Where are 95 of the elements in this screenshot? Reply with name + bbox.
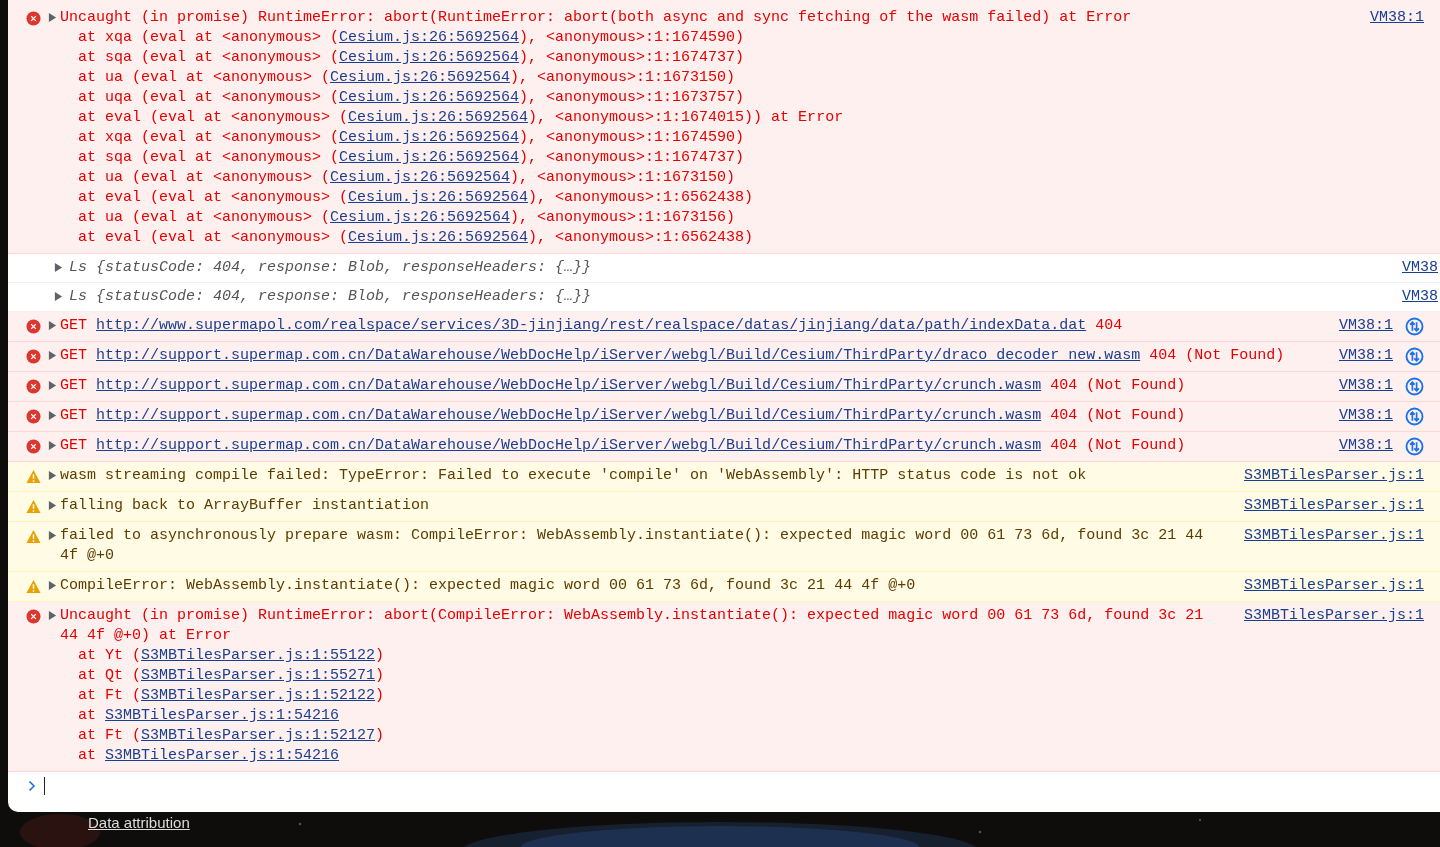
error-icon <box>26 11 41 26</box>
stack-trace-line: at sqa (eval at <anonymous> (Cesium.js:26:5692564), <anonymous>:1:1674737) <box>77 48 746 68</box>
source-location-link[interactable]: VM38:1 <box>1339 436 1393 456</box>
source-location-link[interactable]: VM38:1 <box>1339 376 1393 396</box>
warning-icon <box>26 529 41 544</box>
expand-arrow-icon[interactable] <box>48 350 57 361</box>
expand-arrow-icon[interactable] <box>48 320 57 331</box>
request-url-link[interactable]: http://support.supermap.com.cn/DataWarehouse/WebDocHelp/iServer/webgl/Build/Cesium/ThirdParty/crunch.wasm <box>96 377 1042 394</box>
error-icon <box>26 609 41 624</box>
network-request-icon[interactable] <box>1405 437 1424 456</box>
source-location-link[interactable]: S3MBTilesParser.js:1 <box>1243 526 1424 546</box>
source-link[interactable]: Cesium.js:26:5692564 <box>339 129 520 146</box>
expand-arrow-icon[interactable] <box>48 610 57 621</box>
console-message: wasm streaming compile failed: TypeError: Failed to execute 'compile' on 'WebAssembly': HTTP status code is not ok <box>60 466 1088 486</box>
source-link[interactable]: S3MBTilesParser.js:1:54216 <box>105 747 340 764</box>
network-request-icon[interactable] <box>1405 407 1424 426</box>
warning-icon <box>26 579 41 594</box>
stack-trace-line: at Qt (S3MBTilesParser.js:1:55271) <box>77 666 386 686</box>
source-location-link[interactable]: VM38:1 <box>1370 8 1424 28</box>
source-location-link[interactable]: VM38 <box>1402 257 1438 278</box>
expand-arrow-icon[interactable] <box>54 290 63 302</box>
source-location-link[interactable]: S3MBTilesParser.js:1 <box>1243 466 1424 486</box>
expand-arrow-icon[interactable] <box>48 580 57 591</box>
source-location-link[interactable]: VM38:1 <box>1339 406 1393 426</box>
source-location-link[interactable]: S3MBTilesParser.js:1 <box>1243 606 1424 626</box>
expand-arrow-icon[interactable] <box>48 500 57 511</box>
source-location-link[interactable]: S3MBTilesParser.js:1 <box>1243 496 1424 516</box>
expand-arrow-icon[interactable] <box>48 470 57 481</box>
console-message: Uncaught (in promise) RuntimeError: abort(RuntimeError: abort(both async and sync fetching of the wasm failed) at Error <box>60 8 1133 28</box>
network-error-message: GET http://support.supermap.com.cn/DataWarehouse/WebDocHelp/iServer/webgl/Build/Cesium/ThirdParty/crunch.wasm 404 (Not Found) <box>60 376 1187 396</box>
source-link[interactable]: S3MBTilesParser.js:1:55271 <box>141 667 376 684</box>
source-location-link[interactable]: VM38:1 <box>1339 316 1393 336</box>
error-icon <box>26 349 41 364</box>
network-error-message: GET http://support.supermap.com.cn/DataWarehouse/WebDocHelp/iServer/webgl/Build/Cesium/ThirdParty/crunch.wasm 404 (Not Found) <box>60 436 1187 456</box>
data-attribution-link[interactable]: Data attribution <box>88 814 190 831</box>
source-link[interactable]: Cesium.js:26:5692564 <box>339 149 520 166</box>
stack-trace-line: at S3MBTilesParser.js:1:54216 <box>77 746 341 766</box>
console-message: falling back to ArrayBuffer instantiation <box>60 496 431 516</box>
console-message: Ls {statusCode: 404, response: Blob, responseHeaders: {…}} <box>69 286 593 307</box>
request-url-link[interactable]: http://support.supermap.com.cn/DataWarehouse/WebDocHelp/iServer/webgl/Build/Cesium/ThirdParty/crunch.wasm <box>96 437 1042 454</box>
source-link[interactable]: Cesium.js:26:5692564 <box>339 49 520 66</box>
console-message: CompileError: WebAssembly.instantiate(): expected magic word 00 61 73 6d, found 3c 21 44 4f @+0 <box>60 576 917 596</box>
stack-trace-line: at eval (eval at <anonymous> (Cesium.js:26:5692564), <anonymous>:1:6562438) <box>77 228 755 248</box>
source-link[interactable]: Cesium.js:26:5692564 <box>339 89 520 106</box>
source-link[interactable]: Cesium.js:26:5692564 <box>348 189 529 206</box>
expand-arrow-icon[interactable] <box>48 440 57 451</box>
error-icon <box>26 379 41 394</box>
source-link[interactable]: S3MBTilesParser.js:1:54216 <box>105 707 340 724</box>
network-error-message: GET http://support.supermap.com.cn/DataWarehouse/WebDocHelp/iServer/webgl/Build/Cesium/ThirdParty/draco_decoder_new.wasm 404 (Not Found) <box>60 346 1286 366</box>
error-icon <box>26 409 41 424</box>
console-message: Ls {statusCode: 404, response: Blob, responseHeaders: {…}} <box>69 257 593 278</box>
network-error-message: GET http://www.supermapol.com/realspace/services/3D-jinjiang/rest/realspace/datas/jinjiang/data/path/indexData.dat 404 <box>60 316 1124 336</box>
stack-trace-line: at ua (eval at <anonymous> (Cesium.js:26:5692564), <anonymous>:1:1673156) <box>77 208 737 228</box>
expand-arrow-icon[interactable] <box>54 261 63 273</box>
source-link[interactable]: Cesium.js:26:5692564 <box>348 229 529 246</box>
stack-trace-line: at sqa (eval at <anonymous> (Cesium.js:26:5692564), <anonymous>:1:1674737) <box>77 148 746 168</box>
network-request-icon[interactable] <box>1405 347 1424 366</box>
source-location-link[interactable]: VM38:1 <box>1339 346 1393 366</box>
source-link[interactable]: S3MBTilesParser.js:1:52127 <box>141 727 376 744</box>
source-link[interactable]: Cesium.js:26:5692564 <box>330 69 511 86</box>
stack-trace-line: at S3MBTilesParser.js:1:54216 <box>77 706 341 726</box>
stack-trace-line: at uqa (eval at <anonymous> (Cesium.js:26:5692564), <anonymous>:1:1673757) <box>77 88 746 108</box>
expand-arrow-icon[interactable] <box>48 380 57 391</box>
source-location-link[interactable]: VM38 <box>1402 286 1438 307</box>
warning-icon <box>26 469 41 484</box>
source-location-link[interactable]: S3MBTilesParser.js:1 <box>1243 576 1424 596</box>
expand-arrow-icon[interactable] <box>48 12 57 23</box>
stack-trace-line: at Ft (S3MBTilesParser.js:1:52122) <box>77 686 386 706</box>
request-url-link[interactable]: http://support.supermap.com.cn/DataWarehouse/WebDocHelp/iServer/webgl/Build/Cesium/ThirdParty/draco_decoder_new.wasm <box>96 347 1141 364</box>
stack-trace-line: at eval (eval at <anonymous> (Cesium.js:26:5692564), <anonymous>:1:6562438) <box>77 188 755 208</box>
source-link[interactable]: Cesium.js:26:5692564 <box>339 29 520 46</box>
network-request-icon[interactable] <box>1405 317 1424 336</box>
source-link[interactable]: S3MBTilesParser.js:1:52122 <box>141 687 376 704</box>
stack-trace-line: at ua (eval at <anonymous> (Cesium.js:26:5692564), <anonymous>:1:1673150) <box>77 168 737 188</box>
stack-trace-line: at xqa (eval at <anonymous> (Cesium.js:26:5692564), <anonymous>:1:1674590) <box>77 28 746 48</box>
prompt-chevron-icon <box>28 779 36 792</box>
expand-arrow-icon[interactable] <box>48 530 57 541</box>
stack-trace-line: at Yt (S3MBTilesParser.js:1:55122) <box>77 646 386 666</box>
request-url-link[interactable]: http://www.supermapol.com/realspace/services/3D-jinjiang/rest/realspace/datas/jinjiang/data/path/indexData.dat <box>96 317 1087 334</box>
stack-trace-line: at ua (eval at <anonymous> (Cesium.js:26:5692564), <anonymous>:1:1673150) <box>77 68 737 88</box>
source-link[interactable]: S3MBTilesParser.js:1:55122 <box>141 647 376 664</box>
stack-trace-line: at Ft (S3MBTilesParser.js:1:52127) <box>77 726 386 746</box>
source-link[interactable]: Cesium.js:26:5692564 <box>330 169 511 186</box>
network-error-message: GET http://support.supermap.com.cn/DataWarehouse/WebDocHelp/iServer/webgl/Build/Cesium/ThirdParty/crunch.wasm 404 (Not Found) <box>60 406 1187 426</box>
source-link[interactable]: Cesium.js:26:5692564 <box>330 209 511 226</box>
warning-icon <box>26 499 41 514</box>
source-link[interactable]: Cesium.js:26:5692564 <box>348 109 529 126</box>
stack-trace-line: at eval (eval at <anonymous> (Cesium.js:26:5692564), <anonymous>:1:1674015)) at Error <box>77 108 845 128</box>
expand-arrow-icon[interactable] <box>48 410 57 421</box>
console-message: failed to asynchronously prepare wasm: CompileError: WebAssembly.instantiate(): expected magic word 00 61 73 6d, found 3c 21 44 4f @+0 <box>60 526 1205 566</box>
error-icon <box>26 319 41 334</box>
error-icon <box>26 439 41 454</box>
request-url-link[interactable]: http://support.supermap.com.cn/DataWarehouse/WebDocHelp/iServer/webgl/Build/Cesium/ThirdParty/crunch.wasm <box>96 407 1042 424</box>
stack-trace-line: at xqa (eval at <anonymous> (Cesium.js:26:5692564), <anonymous>:1:1674590) <box>77 128 746 148</box>
network-request-icon[interactable] <box>1405 377 1424 396</box>
